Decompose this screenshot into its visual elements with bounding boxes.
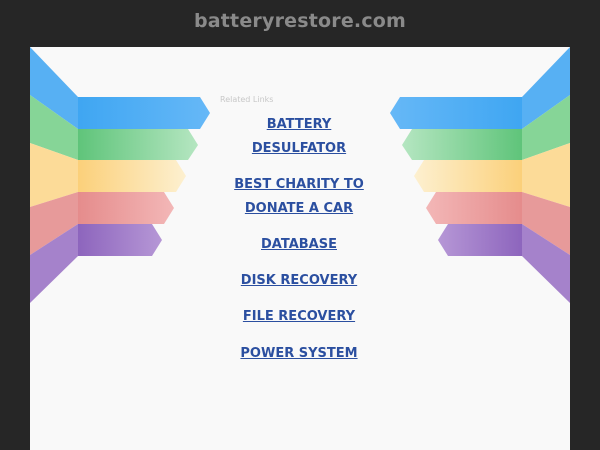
link-line: BEST CHARITY TO (234, 177, 364, 192)
link-line: DONATE A CAR (244, 200, 354, 216)
link-database[interactable]: DATABASE (180, 233, 418, 257)
link-best-charity-to-donate-a-car[interactable]: BEST CHARITY TO DONATE A CAR (180, 173, 418, 220)
link-line: BATTERY (266, 117, 332, 132)
link-line: DATABASE (261, 237, 337, 252)
link-line: DISK RECOVERY (240, 273, 358, 288)
link-file-recovery[interactable]: FILE RECOVERY (180, 305, 418, 329)
link-power-system[interactable]: POWER SYSTEM (180, 342, 418, 366)
link-battery-desulfator[interactable]: BATTERY DESULFATOR (180, 113, 418, 160)
link-line: POWER SYSTEM (240, 346, 358, 361)
link-line: FILE RECOVERY (242, 309, 356, 324)
related-links-label: Related Links (220, 95, 274, 104)
link-line: DESULFATOR (251, 140, 347, 156)
related-links-list: Related Links BATTERY DESULFATOR BEST CH… (30, 47, 570, 450)
link-disk-recovery[interactable]: DISK RECOVERY (180, 269, 418, 293)
domain-title: batteryrestore.com (193, 10, 407, 32)
parking-panel: Related Links BATTERY DESULFATOR BEST CH… (30, 47, 570, 450)
